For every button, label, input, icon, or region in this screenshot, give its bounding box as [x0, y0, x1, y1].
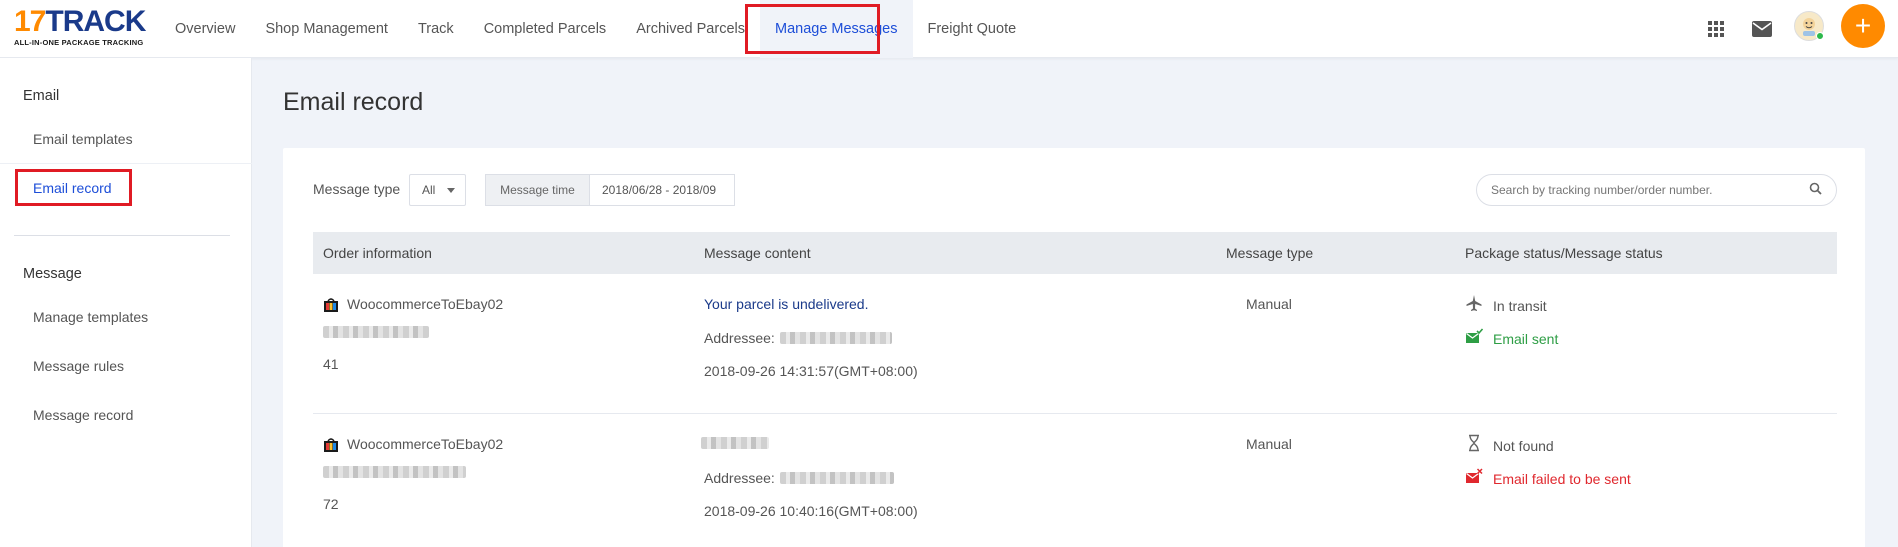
sidebar-group-message: Message [23, 266, 82, 282]
nav-freight-quote[interactable]: Freight Quote [913, 0, 1032, 58]
logo-tagline: ALL-IN-ONE PACKAGE TRACKING [14, 38, 144, 47]
logo[interactable]: 17TRACK ALL-IN-ONE PACKAGE TRACKING [14, 5, 146, 48]
sidebar-item-manage-templates[interactable]: Manage templates [33, 309, 148, 325]
nav-overview[interactable]: Overview [160, 0, 250, 58]
redacted-message-content [701, 437, 769, 449]
airplane-icon [1466, 295, 1482, 311]
message-type-label: Message type [313, 181, 401, 197]
shop-bag-icon [324, 438, 338, 452]
message-content-title[interactable]: Your parcel is undelivered. [704, 296, 868, 312]
message-type-select[interactable]: All [409, 174, 466, 206]
nav-track[interactable]: Track [403, 0, 469, 58]
top-navigation-bar: 17TRACK ALL-IN-ONE PACKAGE TRACKING Over… [0, 0, 1898, 58]
addressee-label: Addressee: [704, 330, 775, 346]
apps-grid-icon[interactable] [1705, 18, 1727, 40]
sidebar-group-email: Email [23, 88, 60, 104]
search-input[interactable] [1476, 174, 1837, 206]
email-sent-icon [1466, 328, 1483, 343]
order-number-suffix: 41 [323, 356, 339, 372]
package-status: In transit [1493, 298, 1547, 314]
highlight-box-sidebar [15, 169, 132, 206]
add-button[interactable]: + [1841, 4, 1885, 48]
redacted-order-number [323, 466, 466, 478]
main-nav: Overview Shop Management Track Completed… [160, 0, 1031, 58]
logo-number: 17 [14, 5, 46, 38]
page-title: Email record [283, 88, 424, 116]
message-type-value: All [422, 183, 436, 197]
message-time-label: Message time [485, 174, 589, 206]
redacted-order-number [323, 326, 429, 338]
avatar[interactable] [1794, 11, 1824, 41]
sidebar-item-message-rules[interactable]: Message rules [33, 358, 124, 374]
search-icon[interactable] [1808, 181, 1824, 197]
sidebar-divider [14, 235, 230, 236]
email-record-card: Message type All Message time 2018/06/28… [283, 148, 1865, 547]
sidebar-item-email-templates[interactable]: Email templates [33, 131, 133, 147]
highlight-box-nav [745, 4, 880, 54]
addressee-label: Addressee: [704, 470, 775, 486]
nav-completed-parcels[interactable]: Completed Parcels [469, 0, 622, 58]
message-time: 2018-09-26 14:31:57(GMT+08:00) [704, 363, 918, 379]
logo-word: TRACK [45, 5, 146, 38]
nav-shop-management[interactable]: Shop Management [250, 0, 403, 58]
message-status: Email failed to be sent [1493, 471, 1631, 487]
online-status-dot [1816, 32, 1824, 40]
shop-name: WoocommerceToEbay02 [347, 436, 504, 452]
message-status: Email sent [1493, 331, 1559, 347]
sidebar: Email Email templates Email record Messa… [0, 58, 252, 547]
package-status: Not found [1493, 438, 1554, 454]
nav-archived-parcels[interactable]: Archived Parcels [621, 0, 760, 58]
message-time: 2018-09-26 10:40:16(GMT+08:00) [704, 503, 918, 519]
column-order-information: Order information [323, 245, 432, 261]
column-message-content: Message content [704, 245, 811, 261]
sidebar-item-message-record[interactable]: Message record [33, 407, 133, 423]
message-type-value: Manual [1246, 436, 1292, 452]
shop-name: WoocommerceToEbay02 [347, 296, 504, 312]
column-package-message-status: Package status/Message status [1465, 245, 1663, 261]
redacted-addressee [780, 332, 892, 344]
message-type-value: Manual [1246, 296, 1292, 312]
email-failed-icon [1466, 468, 1483, 483]
column-message-type: Message type [1226, 245, 1314, 261]
table-header: Order information Message content Messag… [313, 232, 1837, 274]
mail-icon[interactable] [1751, 18, 1773, 40]
row-separator [313, 413, 1837, 414]
shop-bag-icon [324, 298, 338, 312]
sidebar-separator [0, 163, 252, 164]
message-time-range-input[interactable]: 2018/06/28 - 2018/09 [589, 174, 735, 206]
hourglass-icon [1469, 434, 1479, 452]
redacted-addressee [780, 472, 894, 484]
chevron-down-icon [447, 188, 455, 193]
order-number-suffix: 72 [323, 496, 339, 512]
